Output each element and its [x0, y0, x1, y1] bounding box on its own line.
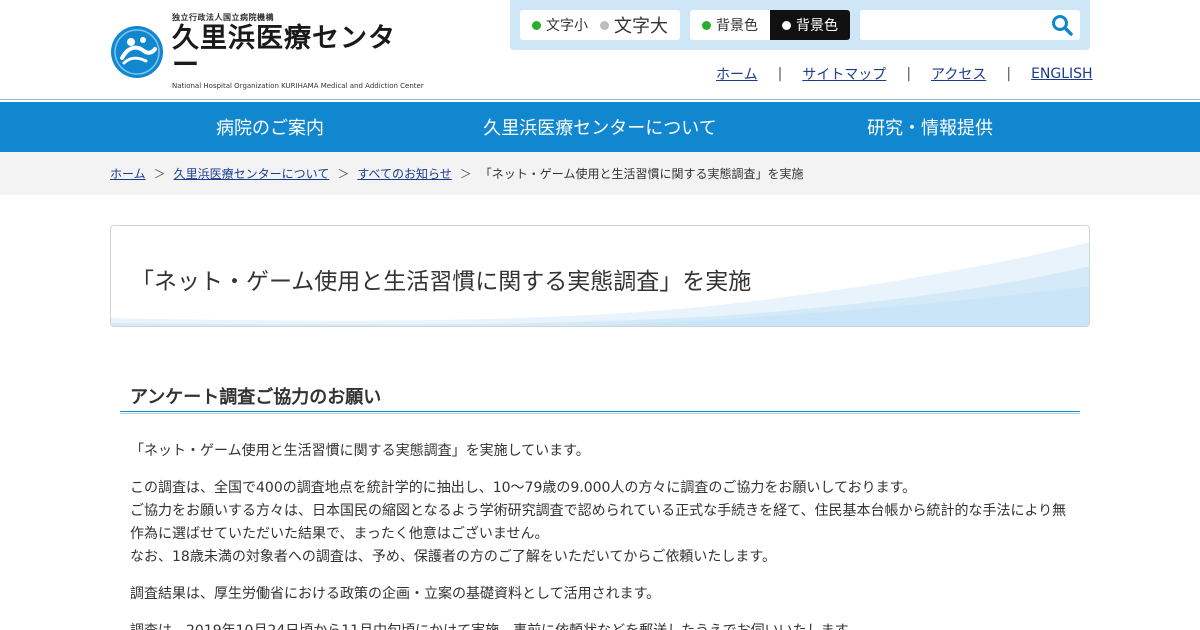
breadcrumb-all-news[interactable]: すべてのお知らせ — [357, 165, 451, 182]
header-divider — [0, 99, 1200, 100]
paragraph-group: この調査は、全国で400の調査地点を統計学的に抽出し、10～79歳の9.000人… — [130, 477, 1080, 569]
magnifier-icon[interactable] — [1050, 13, 1074, 37]
paragraph: ご協力をお願いする方々は、日本国民の縮図となるよう学術研究調査で認められている正… — [130, 503, 1067, 542]
breadcrumb-separator: ＞ — [337, 167, 350, 181]
header-links: ホーム | サイトマップ | アクセス | ENGLISH — [700, 64, 1100, 84]
font-size-large-button[interactable]: 文字大 — [600, 10, 676, 40]
utility-bar: 文字小 文字大 背景色 背景色 — [510, 0, 1090, 50]
background-dark-label: 背景色 — [796, 18, 838, 34]
header-link-sitemap[interactable]: サイトマップ — [802, 64, 886, 84]
breadcrumb-separator: ＞ — [459, 167, 472, 181]
paragraph: 「ネット・ゲーム使用と生活習慣に関する実態調査」を実施しています。 — [130, 443, 590, 459]
breadcrumb-bar: ホーム ＞ 久里浜医療センターについて ＞ すべてのお知らせ ＞ 「ネット・ゲー… — [0, 152, 1200, 195]
background-switcher: 背景色 背景色 — [690, 10, 850, 40]
inactive-dot-icon — [600, 20, 609, 30]
page-title: 「ネット・ゲーム使用と生活習慣に関する実態調査」を実施 — [131, 269, 752, 295]
paragraph: 調査は、2019年10月24日頃から11月中旬頃にかけて実施。事前に依頼状などを… — [130, 620, 1080, 630]
header-link-access[interactable]: アクセス — [931, 64, 986, 84]
paragraph: 調査結果は、厚生労働省における政策の企画・立案の基礎資料として活用されます。 — [130, 586, 661, 602]
page-title-box: 「ネット・ゲーム使用と生活習慣に関する実態調査」を実施 — [110, 225, 1090, 327]
font-size-small-label: 文字小 — [546, 18, 588, 34]
site-header: 独立行政法人国立病院機構 久里浜医療センター National Hospital… — [0, 0, 1200, 100]
nav-item-research[interactable]: 研究・情報提供 — [780, 102, 1080, 152]
dot-icon — [782, 20, 791, 30]
search-input[interactable] — [860, 10, 1040, 40]
section-divider — [120, 411, 1080, 414]
breadcrumb-current: 「ネット・ゲーム使用と生活習慣に関する実態調査」を実施 — [479, 167, 804, 181]
active-dot-icon — [702, 20, 711, 30]
background-light-button[interactable]: 背景色 — [690, 10, 770, 40]
paragraph: この調査は、全国で400の調査地点を統計学的に抽出し、10～79歳の9.000人… — [130, 480, 917, 496]
article-body: 「ネット・ゲーム使用と生活習慣に関する実態調査」を実施しています。 この調査は、… — [130, 440, 1080, 630]
site-logo[interactable]: 独立行政法人国立病院機構 久里浜医療センター National Hospital… — [110, 14, 424, 90]
font-size-large-label: 文字大 — [614, 16, 668, 37]
logo-subtitle: National Hospital Organization KURIHAMA … — [172, 82, 424, 90]
breadcrumb-about[interactable]: 久里浜医療センターについて — [174, 165, 330, 182]
breadcrumb-separator: ＞ — [153, 167, 166, 181]
background-dark-button[interactable]: 背景色 — [770, 10, 850, 40]
background-light-label: 背景色 — [716, 18, 758, 34]
logo-org: 独立行政法人国立病院機構 — [172, 13, 274, 22]
nav-item-about[interactable]: 久里浜医療センターについて — [450, 102, 750, 152]
header-link-home[interactable]: ホーム — [716, 64, 758, 84]
separator: | — [1006, 66, 1012, 82]
breadcrumb: ホーム ＞ 久里浜医療センターについて ＞ すべてのお知らせ ＞ 「ネット・ゲー… — [110, 165, 803, 182]
active-dot-icon — [532, 20, 541, 30]
section-heading: アンケート調査ご協力のお願い — [130, 387, 382, 408]
separator: | — [777, 66, 783, 82]
search-box — [860, 10, 1080, 40]
separator: | — [906, 66, 912, 82]
logo-mark-icon — [111, 26, 163, 78]
logo-name: 久里浜医療センター — [172, 23, 396, 81]
header-link-english[interactable]: ENGLISH — [1031, 66, 1093, 82]
paragraph: なお、18歳未満の対象者への調査は、予め、保護者の方のご了解をいただいてからご依… — [130, 549, 776, 565]
font-size-switcher: 文字小 文字大 — [520, 10, 680, 40]
breadcrumb-home[interactable]: ホーム — [110, 165, 146, 182]
font-size-small-button[interactable]: 文字小 — [520, 10, 600, 40]
global-nav: 病院のご案内 久里浜医療センターについて 研究・情報提供 — [0, 102, 1200, 152]
logo-text: 独立行政法人国立病院機構 久里浜医療センター National Hospital… — [172, 14, 424, 90]
